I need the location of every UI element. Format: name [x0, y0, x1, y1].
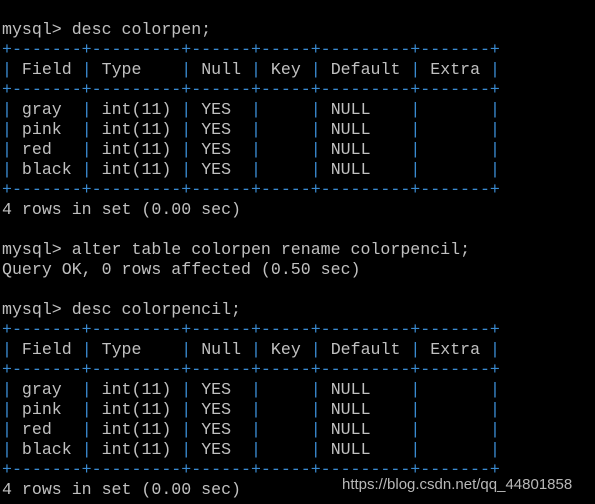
table-cell: Null	[191, 340, 251, 359]
command-line: mysql> alter table colorpen rename color…	[2, 240, 500, 260]
table-row: | red | int(11) | YES | | NULL | |	[2, 140, 501, 159]
table-cell: red	[11, 140, 82, 159]
table-cell: int(11)	[91, 420, 182, 439]
table-cell	[420, 420, 490, 439]
table-cell: YES	[191, 100, 251, 119]
table-cell: gray	[11, 380, 82, 399]
table-cell: NULL	[320, 380, 411, 399]
result-text: 4 rows in set (0.00 sec)	[2, 480, 241, 499]
prompt: mysql>	[2, 300, 72, 319]
table-cell	[261, 400, 311, 419]
table-header: | Field | Type | Null | Key | Default | …	[2, 340, 501, 359]
table-cell: int(11)	[91, 140, 182, 159]
table-cell: YES	[191, 380, 251, 399]
table-cell	[261, 380, 311, 399]
table-cell: NULL	[320, 100, 411, 119]
table-cell: Default	[320, 60, 411, 79]
table-cell	[261, 120, 311, 139]
table-cell: Type	[91, 340, 182, 359]
table-cell: NULL	[320, 420, 411, 439]
table-cell: YES	[191, 120, 251, 139]
prompt: mysql>	[2, 240, 72, 259]
table-cell: NULL	[320, 120, 411, 139]
table-cell: Extra	[420, 60, 491, 79]
table-cell: YES	[191, 420, 251, 439]
table-cell: YES	[191, 400, 251, 419]
table-cell	[261, 420, 311, 439]
table-border: +-------+---------+------+-----+--------…	[2, 320, 500, 339]
table-cell: NULL	[320, 440, 411, 459]
table-cell: Default	[320, 340, 411, 359]
table-cell: pink	[11, 400, 82, 419]
table-border: +-------+---------+------+-----+--------…	[2, 80, 500, 99]
result-line: Query OK, 0 rows affected (0.50 sec)	[2, 260, 500, 280]
table-border: +-------+---------+------+-----+--------…	[2, 180, 500, 199]
table-cell: NULL	[320, 140, 411, 159]
table-cell: pink	[11, 120, 82, 139]
table-cell: Null	[191, 60, 251, 79]
table-cell: black	[11, 160, 82, 179]
table-cell: YES	[191, 140, 251, 159]
table-border: +-------+---------+------+-----+--------…	[2, 360, 500, 379]
table-row: | black | int(11) | YES | | NULL | |	[2, 440, 501, 459]
table-cell	[420, 160, 490, 179]
table-row: | pink | int(11) | YES | | NULL | |	[2, 400, 501, 419]
table-cell: int(11)	[91, 400, 182, 419]
table-cell: gray	[11, 100, 82, 119]
prompt: mysql>	[2, 20, 72, 39]
command-text: desc colorpen;	[71, 20, 212, 39]
table-cell: Key	[260, 60, 311, 79]
table-cell	[420, 380, 490, 399]
table-cell	[420, 120, 490, 139]
terminal-output[interactable]: mysql> desc colorpen; +-------+---------+…	[2, 20, 500, 500]
table-cell	[261, 140, 311, 159]
table-row: | gray | int(11) | YES | | NULL | |	[2, 380, 501, 399]
result-line: 4 rows in set (0.00 sec)	[2, 200, 500, 220]
table-cell: int(11)	[91, 120, 182, 139]
command-text: alter table colorpen rename colorpencil;	[71, 240, 471, 259]
table-cell: YES	[191, 160, 251, 179]
table-cell	[420, 400, 490, 419]
table-row: | red | int(11) | YES | | NULL | |	[2, 420, 501, 439]
table-cell: int(11)	[91, 100, 182, 119]
table-cell	[261, 160, 311, 179]
result-text: Query OK, 0 rows affected (0.50 sec)	[2, 260, 361, 279]
table-cell	[420, 140, 490, 159]
table-cell: Extra	[420, 340, 491, 359]
table-cell	[420, 100, 490, 119]
watermark: https://blog.csdn.net/qq_44801858	[342, 476, 573, 493]
command-line: mysql> desc colorpencil;	[2, 300, 500, 320]
table-cell: Field	[11, 60, 82, 79]
table-cell: NULL	[320, 400, 411, 419]
table-row: | black | int(11) | YES | | NULL | |	[2, 160, 501, 179]
table-row: | pink | int(11) | YES | | NULL | |	[2, 120, 501, 139]
table-cell	[261, 440, 311, 459]
result-text: 4 rows in set (0.00 sec)	[2, 200, 241, 219]
command-text: desc colorpencil;	[71, 300, 242, 319]
table-cell: black	[11, 440, 82, 459]
table-border: +-------+---------+------+-----+--------…	[2, 40, 500, 59]
table-header: | Field | Type | Null | Key | Default | …	[2, 60, 501, 79]
table-cell: NULL	[320, 160, 411, 179]
command-line: mysql> desc colorpen;	[2, 20, 500, 40]
table-cell: YES	[191, 440, 251, 459]
table-cell: Field	[11, 340, 82, 359]
table-cell: int(11)	[91, 440, 182, 459]
table-cell: Key	[260, 340, 311, 359]
table-cell	[261, 100, 311, 119]
table-cell: Type	[91, 60, 182, 79]
table-row: | gray | int(11) | YES | | NULL | |	[2, 100, 501, 119]
table-cell: int(11)	[91, 160, 182, 179]
table-cell	[420, 440, 490, 459]
table-cell: int(11)	[91, 380, 182, 399]
table-cell: red	[11, 420, 82, 439]
